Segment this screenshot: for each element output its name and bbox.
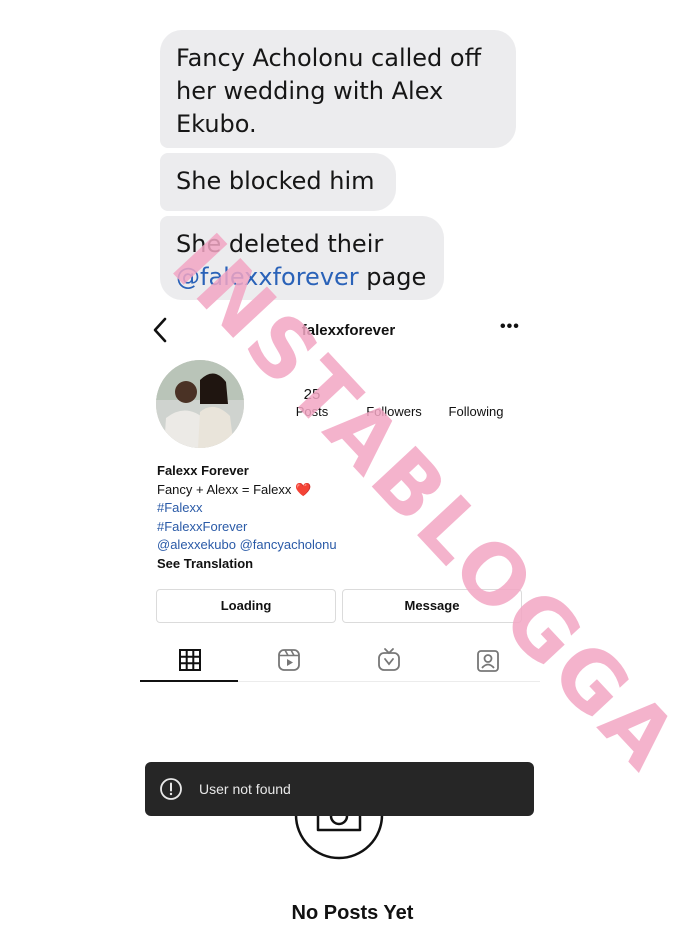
- followers-stat[interactable]: Followers: [358, 404, 430, 419]
- chat-bubble-text: Fancy Acholonu called off her wedding wi…: [176, 44, 482, 138]
- profile-username: falexxforever: [301, 322, 396, 339]
- posts-label: Posts: [295, 404, 329, 419]
- info-icon: [160, 778, 182, 800]
- avatar[interactable]: [156, 360, 244, 448]
- chat-bubble-3: She deleted their @falexxforever page: [160, 216, 444, 300]
- chat-bubble-1: Fancy Acholonu called off her wedding wi…: [160, 30, 516, 148]
- chat-bubble-text: She blocked him: [176, 167, 375, 195]
- more-options-icon[interactable]: •••: [500, 318, 520, 336]
- reels-icon[interactable]: [275, 646, 303, 674]
- toast-notification: User not found: [145, 762, 534, 816]
- following-label: Following: [448, 404, 504, 419]
- profile-bio: Falexx Forever Fancy + Alexx = Falexx ❤️…: [157, 462, 337, 573]
- couple-photo: [156, 360, 244, 448]
- profile-tabs: [140, 642, 540, 682]
- posts-count: 25: [303, 386, 321, 403]
- bio-mentions[interactable]: @alexxekubo @fancyacholonu: [157, 536, 337, 555]
- hashtag-link[interactable]: #Falexx: [157, 499, 337, 518]
- followers-label: Followers: [366, 404, 422, 419]
- following-stat[interactable]: Following: [442, 404, 510, 419]
- see-translation-link[interactable]: See Translation: [157, 555, 337, 574]
- grid-icon[interactable]: [176, 646, 204, 674]
- loading-button[interactable]: Loading: [156, 589, 336, 623]
- empty-state-title: No Posts Yet: [291, 902, 414, 924]
- mention-link[interactable]: @falexxforever: [176, 263, 359, 291]
- posts-stat[interactable]: 25 Posts: [290, 386, 334, 419]
- tagged-icon[interactable]: [474, 646, 502, 674]
- hashtag-link[interactable]: #FalexxForever: [157, 518, 337, 537]
- bio-line: Fancy + Alexx = Falexx ❤️: [157, 481, 312, 497]
- message-button[interactable]: Message: [342, 589, 522, 623]
- igtv-icon[interactable]: [375, 646, 403, 674]
- active-tab-indicator: [140, 680, 238, 682]
- toast-text: User not found: [199, 781, 291, 797]
- profile-display-name: Falexx Forever: [157, 463, 249, 478]
- chat-bubble-text: page: [358, 263, 427, 291]
- chat-bubble-text: She deleted their: [176, 230, 384, 258]
- chat-bubble-2: She blocked him: [160, 153, 396, 211]
